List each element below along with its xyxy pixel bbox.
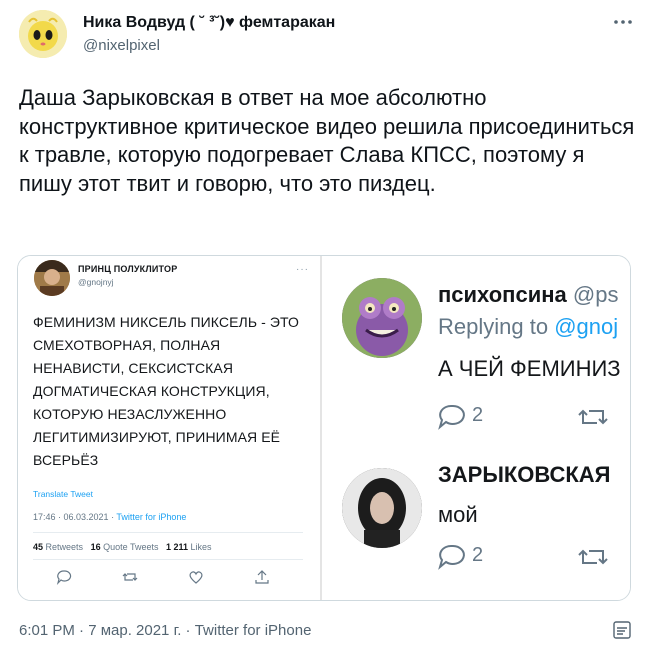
retweets-label: Retweets	[45, 542, 84, 552]
replying-handle: @gnoj	[554, 314, 619, 339]
reply1-name: психопсина @ps	[438, 282, 618, 308]
reply1-handle: @ps	[572, 282, 619, 307]
reply2-reply-count: 2	[472, 544, 484, 566]
portrait-icon	[34, 260, 70, 296]
author-display-name[interactable]: Ника Водвуд ( ˘ ³˘)♥ фемтаракан	[83, 14, 335, 32]
share-icon	[255, 570, 269, 584]
screenshot-right-replies: психопсина @ps Replying to @gnoj А ЧЕЙ Ф…	[322, 256, 630, 600]
left-tweet-body: ФЕМИНИЗМ НИКСЕЛЬ ПИКСЕЛЬ - ЭТО СМЕХОТВОР…	[33, 314, 300, 468]
reply2-name: ЗАРЫКОВСКАЯ	[438, 462, 611, 487]
reply-icon	[438, 544, 465, 570]
left-tweet-meta: 17:46 · 06.03.2021 · Twitter for iPhone	[33, 512, 186, 522]
replying-to: Replying to @gnoj	[438, 314, 618, 340]
reply-icon	[56, 570, 72, 585]
ellipsis-icon	[614, 20, 632, 24]
left-author-name: ПРИНЦ ПОЛУКЛИТОР	[78, 264, 178, 274]
left-tweet-stats: 45 Retweets 16 Quote Tweets 1 211 Likes	[33, 542, 212, 552]
reply1-actions: 2	[438, 402, 628, 432]
reply1-reply-count: 2	[472, 404, 484, 426]
reply2-avatar	[342, 468, 422, 548]
left-author-avatar	[34, 260, 70, 296]
analytics-icon	[613, 621, 631, 639]
author-avatar[interactable]	[19, 10, 67, 58]
retweet-icon	[578, 409, 608, 425]
tweet-media[interactable]: ПРИНЦ ПОЛУКЛИТОР @gnojnyj ··· ФЕМИНИЗМ Н…	[17, 255, 631, 601]
avatar-face-icon	[19, 10, 67, 58]
like-icon	[189, 571, 203, 584]
purple-monster-icon	[342, 278, 422, 358]
portrait-icon	[342, 468, 422, 548]
likes-label: Likes	[190, 542, 212, 552]
reply-icon	[438, 404, 465, 430]
author-handle[interactable]: @nixelpixel	[83, 37, 160, 54]
translate-tweet-link: Translate Tweet	[33, 489, 94, 499]
tweet-text: Даша Зарыковская в ответ на мое абсолютн…	[19, 85, 635, 196]
quotes-count: 16	[90, 542, 101, 552]
reply1-display-name: психопсина	[438, 282, 567, 307]
reply1-avatar	[342, 278, 422, 358]
left-tweet-actions	[56, 569, 288, 585]
reply2-text: мой	[438, 502, 478, 527]
more-options-button[interactable]	[612, 14, 634, 30]
analytics-button[interactable]	[612, 620, 632, 640]
quotes-label: Quote Tweets	[103, 542, 159, 552]
retweet-icon	[122, 573, 138, 581]
left-more-icon: ···	[296, 264, 309, 275]
reply2-actions: 2	[438, 542, 628, 572]
tweet-timestamp[interactable]: 6:01 PM · 7 мар. 2021 г. · Twitter for i…	[19, 622, 311, 639]
left-tweet-source: Twitter for iPhone	[116, 512, 187, 522]
likes-count: 1 211	[166, 542, 189, 552]
left-author-handle: @gnojnyj	[78, 277, 114, 287]
replying-label: Replying to	[438, 314, 555, 339]
divider	[33, 559, 303, 560]
retweets-count: 45	[33, 542, 44, 552]
reply1-text: А ЧЕЙ ФЕМИНИЗ	[438, 356, 621, 381]
divider	[33, 532, 303, 533]
screenshot-left-tweet: ПРИНЦ ПОЛУКЛИТОР @gnojnyj ··· ФЕМИНИЗМ Н…	[18, 256, 320, 600]
retweet-icon	[578, 549, 608, 565]
left-tweet-time: 17:46 · 06.03.2021 ·	[33, 512, 117, 522]
